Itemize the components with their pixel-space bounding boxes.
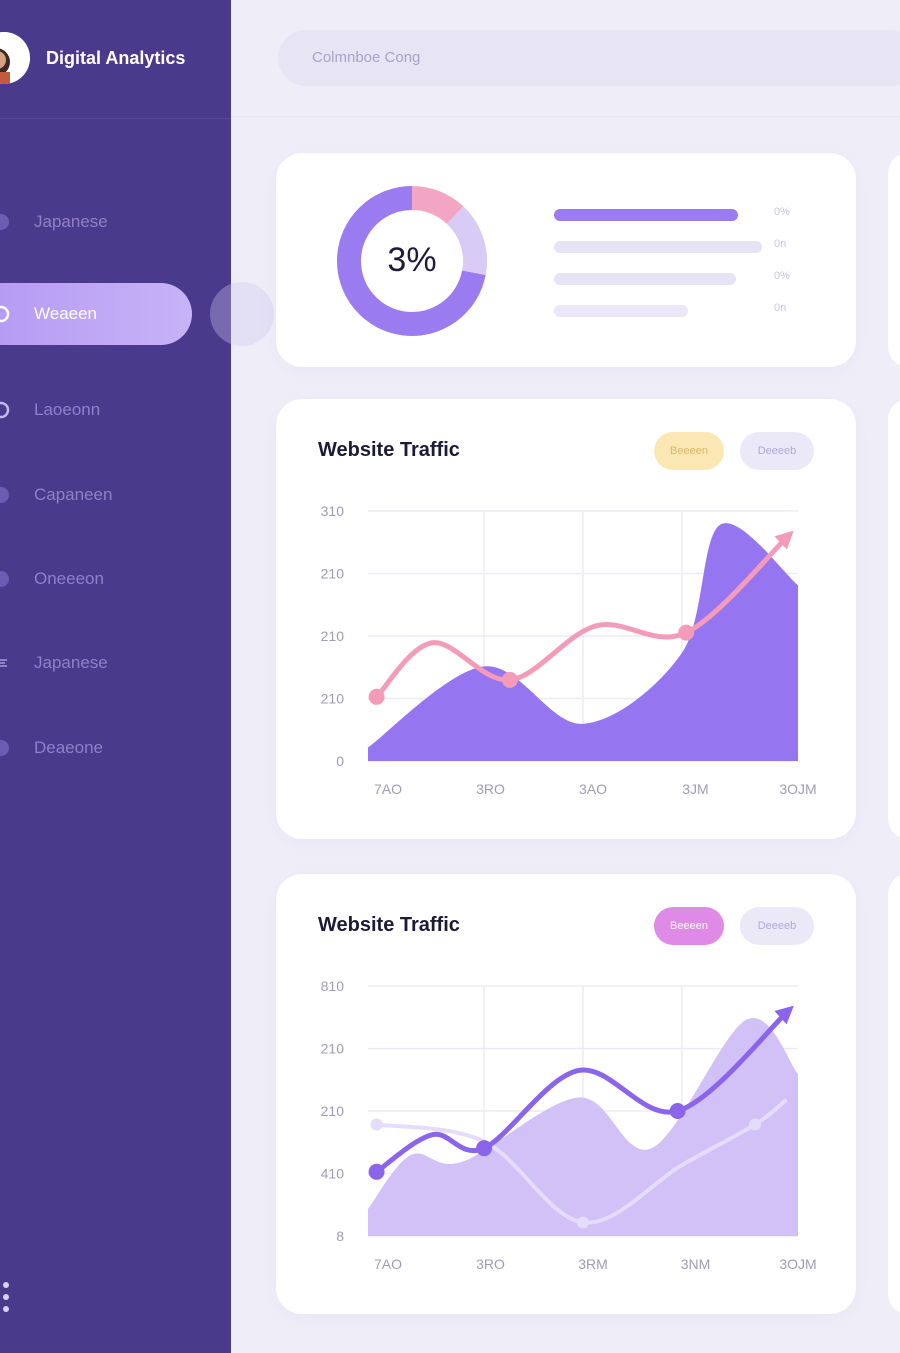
sidebar-item-label: Deaeone — [34, 738, 104, 757]
traffic-chart-card: 810 210 210 410 8 7AO 3RO 3RM 3NM 3OJM Website Tr… — [276, 874, 856, 1314]
sidebar-item-japanese[interactable]: Japanese — [0, 191, 192, 253]
avatar[interactable] — [0, 32, 30, 84]
x-tick-label: 3AO — [579, 781, 607, 797]
data-point — [368, 1163, 385, 1180]
x-tick-label: 3JM — [682, 781, 708, 797]
circle-outline-icon — [0, 401, 10, 419]
progress-bar — [554, 241, 762, 253]
data-point — [370, 1118, 383, 1131]
data-point — [577, 1216, 589, 1229]
y-tick-label: 310 — [321, 503, 345, 519]
data-point — [678, 624, 695, 641]
progress-row: 0n — [554, 238, 786, 253]
y-tick-label: 210 — [321, 628, 345, 644]
sidebar-item-weaeen[interactable]: Weaeen — [0, 283, 192, 345]
sidebar-item-oneeeon[interactable]: Oneeeon — [0, 548, 192, 610]
card-peek — [888, 874, 900, 1314]
progress-value: 0% — [774, 270, 790, 282]
x-tick-label: 3RM — [578, 1256, 608, 1272]
data-point — [501, 671, 518, 688]
sidebar-handle[interactable] — [210, 282, 274, 346]
header-divider — [231, 116, 900, 117]
progress-row: 0% — [554, 206, 790, 221]
progress-bar — [554, 305, 689, 317]
circle-icon — [0, 740, 9, 756]
search-placeholder: Colmnboe Cong — [312, 49, 421, 66]
x-tick-label: 3OJM — [779, 781, 816, 797]
card-peek — [888, 399, 900, 839]
sidebar-item-japanese-2[interactable]: Japanese — [0, 632, 192, 694]
card-peek — [888, 153, 900, 367]
sidebar-item-capaneen[interactable]: Capaneen — [0, 464, 192, 526]
progress-value: 0n — [774, 238, 787, 250]
sidebar-item-label: Oneeeon — [34, 569, 104, 588]
y-tick-label: 210 — [321, 691, 345, 707]
y-tick-label: 0 — [336, 753, 344, 769]
avatar-image — [0, 32, 30, 84]
y-tick-label: 210 — [321, 566, 345, 582]
data-point — [749, 1118, 761, 1131]
circle-icon — [0, 571, 9, 587]
traffic-chart-card: 310 210 210 210 0 7AO 3RO 3AO 3JM 3OJM Website Tr… — [276, 399, 856, 839]
progress-value: 0n — [774, 302, 787, 314]
data-point — [669, 1103, 686, 1119]
sidebar-item-deaeone[interactable]: Deaeone — [0, 717, 192, 779]
filter-pill[interactable]: Beeeen — [654, 907, 724, 945]
progress-bar — [554, 273, 737, 285]
brand: Digital Analytics — [0, 32, 231, 88]
donut-center-value: 3% — [387, 241, 437, 279]
x-tick-label: 3NM — [681, 1256, 711, 1272]
data-point — [368, 688, 385, 705]
x-tick-label: 3RO — [476, 781, 505, 797]
sidebar-item-label: Capaneen — [34, 485, 113, 504]
x-tick-label: 7AO — [374, 781, 402, 797]
sidebar: Digital Analytics Japanese Weaeen Laoeon… — [0, 0, 231, 1353]
y-tick-label: 410 — [321, 1166, 345, 1182]
filter-pill[interactable]: Beeeen — [654, 432, 724, 470]
x-tick-label: 3RO — [476, 1256, 505, 1272]
chart-title: Website Traffic — [318, 439, 460, 461]
sidebar-item-label: Weaeen — [34, 304, 98, 323]
sidebar-item-label: Laoeonn — [34, 400, 101, 419]
circle-icon — [0, 487, 9, 503]
x-tick-label: 7AO — [374, 1256, 402, 1272]
progress-value: 0% — [774, 206, 790, 218]
y-tick-label: 210 — [321, 1041, 345, 1057]
progress-row: 0n — [554, 302, 786, 317]
y-tick-label: 810 — [321, 978, 345, 994]
e-icon — [0, 659, 7, 667]
filter-pill[interactable]: Deeeeb — [740, 432, 814, 470]
progress-bar — [554, 209, 738, 221]
x-tick-label: 3OJM — [779, 1256, 816, 1272]
progress-row: 0% — [554, 270, 790, 285]
summary-card: 3% 0% 0n 0% 0n — [276, 153, 856, 367]
search-bar[interactable]: Colmnboe Cong — [278, 30, 900, 86]
circle-icon — [0, 214, 9, 230]
y-tick-label: 210 — [321, 1103, 345, 1119]
brand-title: Digital Analytics — [46, 48, 186, 68]
sidebar-item-laoeonn[interactable]: Laoeonn — [0, 379, 192, 441]
sidebar-item-label: Japanese — [34, 212, 108, 231]
circle-outline-icon — [0, 305, 10, 323]
more-icon[interactable] — [3, 1282, 13, 1314]
chart-title: Website Traffic — [318, 914, 460, 936]
sidebar-item-label: Japanese — [34, 653, 108, 672]
divider — [0, 118, 231, 119]
y-tick-label: 8 — [336, 1228, 344, 1244]
data-point — [476, 1140, 493, 1157]
filter-pill[interactable]: Deeeeb — [740, 907, 814, 945]
